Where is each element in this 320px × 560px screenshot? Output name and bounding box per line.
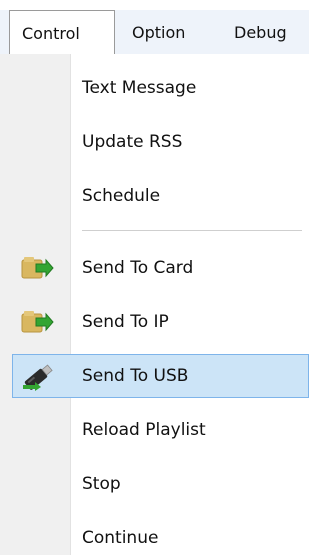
menu-debug[interactable]: Debug — [226, 13, 295, 53]
menu-item-label: Text Message — [82, 78, 197, 98]
menu-item-label: Continue — [82, 528, 159, 548]
menu-item-stop[interactable]: Stop — [12, 462, 309, 506]
menu-item-label: Stop — [82, 474, 121, 494]
menu-item-label: Send To USB — [82, 366, 189, 386]
menu-item-send-to-usb[interactable]: Send To USB — [12, 354, 309, 398]
menu-item-label: Schedule — [82, 186, 161, 206]
menu-item-continue[interactable]: Continue — [12, 516, 309, 560]
menu-item-label: Reload Playlist — [82, 420, 206, 440]
usb-drive-icon — [21, 363, 55, 391]
menu-item-label: Update RSS — [82, 132, 183, 152]
control-dropdown-menu: Text Message Update RSS Schedule Send To… — [0, 54, 309, 555]
menu-option[interactable]: Option — [124, 13, 193, 53]
menu-item-label: Send To IP — [82, 312, 169, 332]
menu-item-send-to-card[interactable]: Send To Card — [12, 246, 309, 290]
menu-item-send-to-ip[interactable]: Send To IP — [12, 300, 309, 344]
menu-item-text-message[interactable]: Text Message — [12, 66, 309, 110]
menu-item-reload-playlist[interactable]: Reload Playlist — [12, 408, 309, 452]
menu-separator — [82, 230, 302, 232]
menu-item-update-rss[interactable]: Update RSS — [12, 120, 309, 164]
menu-item-label: Send To Card — [82, 258, 194, 278]
menu-item-schedule[interactable]: Schedule — [12, 174, 309, 218]
menu-control[interactable]: Control — [9, 10, 115, 55]
menu-bar: Control Option Debug — [0, 0, 309, 62]
ip-send-icon — [20, 308, 54, 336]
card-send-icon — [20, 254, 54, 282]
